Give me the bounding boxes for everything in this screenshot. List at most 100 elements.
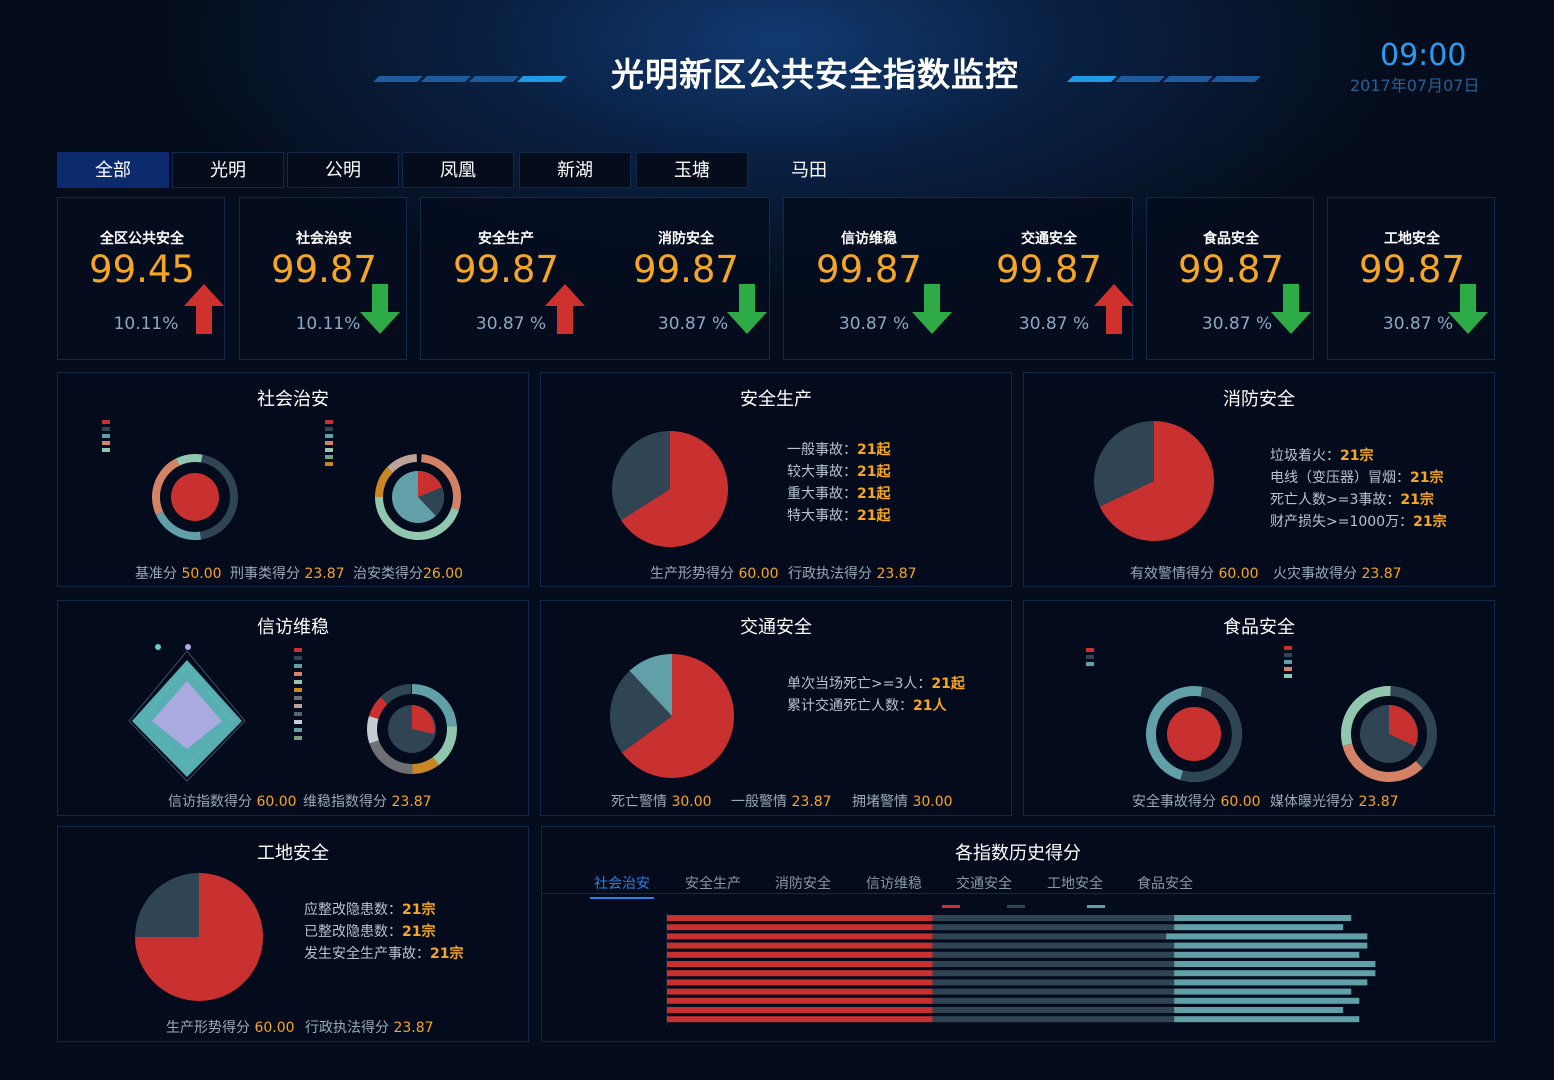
legend-swatch [325, 434, 333, 438]
panel-shehui: 社会治安 基准分 50.00 刑事类得分 23.87 治安类得分26.00 [57, 372, 529, 587]
history-bar [667, 915, 933, 921]
kpi-card[interactable]: 安全生产 99.87 30.87 % [421, 198, 601, 359]
info-line: 死亡人数>=3事故：21宗 [1270, 492, 1434, 508]
history-tab-anquan[interactable]: 安全生产 [685, 873, 741, 893]
info-line: 较大事故：21起 [787, 464, 891, 480]
info-line: 单次当场死亡>=3人：21起 [787, 676, 965, 692]
kpi-label: 全区公共安全 [100, 231, 184, 247]
tab-fenghuang[interactable]: 凤凰 [402, 152, 514, 188]
kpi-label: 安全生产 [478, 231, 534, 247]
kpi-card[interactable]: 食品安全 99.87 30.87 % [1147, 198, 1327, 359]
shehui-donut-left [152, 453, 238, 540]
history-bar [932, 970, 1175, 977]
history-bar [932, 915, 1175, 921]
legend-swatch [325, 420, 333, 424]
legend-swatch [1284, 667, 1292, 671]
kpi-card[interactable]: 全区公共安全 99.45 10.11% [58, 198, 238, 359]
history-tab-xinfang[interactable]: 信访维稳 [866, 873, 922, 893]
history-tab-jiaotong[interactable]: 交通安全 [956, 873, 1012, 893]
legend-swatch [294, 648, 302, 652]
kpi-label: 交通安全 [1021, 231, 1077, 247]
shipin-donut-right [1341, 686, 1437, 782]
kpi-card[interactable]: 交通安全 99.87 30.87 % [964, 198, 1144, 359]
stat-accident: 安全事故得分 60.00 [1132, 794, 1261, 810]
pie-chart [610, 654, 734, 778]
info-line: 特大事故：21起 [787, 508, 891, 524]
xinfang-donut [367, 684, 457, 774]
legend-swatch [1087, 905, 1105, 908]
history-bar [932, 997, 1175, 1004]
pie-chart [612, 431, 728, 547]
stat-production: 生产形势得分 60.00 [650, 566, 779, 582]
kpi-percent: 30.87 % [1018, 314, 1090, 334]
legend-swatch [102, 427, 110, 431]
kpi-card[interactable]: 工地安全 99.87 30.87 % [1328, 198, 1508, 359]
arrow-down-icon [360, 284, 400, 334]
legend-swatch [294, 688, 302, 692]
kpi-box-1: 全区公共安全 99.45 10.11% [57, 197, 225, 360]
tab-matian[interactable]: 马田 [753, 152, 865, 188]
legend-swatch [294, 664, 302, 668]
kpi-card[interactable]: 社会治安 99.87 10.11% [240, 198, 420, 359]
page-title: 光明新区公共安全指数监控 [611, 55, 1019, 94]
kpi-percent: 10.11% [113, 314, 179, 334]
bar-chart [666, 913, 1376, 1026]
info-line: 发生安全生产事故：21宗 [304, 946, 464, 962]
history-tab-shipin[interactable]: 食品安全 [1137, 873, 1193, 893]
panel-jiaotong: 交通安全 单次当场死亡>=3人：21起 累计交通死亡人数：21人 死亡警情 30… [540, 600, 1012, 816]
history-bar [1174, 1016, 1360, 1023]
legend-swatch [102, 448, 110, 452]
stat-congestion: 拥堵警情 30.00 [852, 794, 953, 810]
xiaofang-pie [1094, 421, 1214, 541]
stat-production: 生产形势得分 60.00 [166, 1020, 295, 1036]
arrow-down-icon [1448, 284, 1488, 334]
panel-title: 食品安全 [1223, 617, 1295, 638]
tab-xinhu[interactable]: 新湖 [519, 152, 631, 188]
panel-shipin: 食品安全 安全事故得分 60.00 媒体曝光得分 23.87 [1023, 600, 1495, 816]
legend-swatch [294, 728, 302, 732]
legend-swatch [942, 905, 960, 908]
xinfang-radar [128, 644, 246, 782]
info-line: 重大事故：21起 [787, 486, 891, 502]
tab-gongming[interactable]: 公明 [287, 152, 399, 188]
stat-media: 媒体曝光得分 23.87 [1270, 794, 1399, 810]
history-bar [1174, 997, 1360, 1004]
legend-swatch [294, 712, 302, 716]
kpi-card[interactable]: 消防安全 99.87 30.87 % [601, 198, 781, 359]
history-tab-xiaofang[interactable]: 消防安全 [775, 873, 831, 893]
panel-title: 社会治安 [257, 389, 329, 410]
kpi-box-5: 食品安全 99.87 30.87 % [1146, 197, 1314, 360]
arrow-down-icon [1271, 284, 1311, 334]
legend-swatch [294, 656, 302, 660]
tab-guangming[interactable]: 光明 [172, 152, 284, 188]
info-line: 垃圾着火：21宗 [1270, 448, 1374, 464]
panel-gongdi: 工地安全 应整改隐患数：21宗 已整改隐患数：21宗 发生安全生产事故：21宗 … [57, 826, 529, 1042]
history-bar [1174, 988, 1352, 995]
legend-swatch [325, 455, 333, 459]
stat-fire: 火灾事故得分 23.87 [1273, 566, 1402, 582]
tab-yutang[interactable]: 玉塘 [636, 152, 748, 188]
jiaotong-pie [610, 654, 734, 778]
history-bar [932, 942, 1175, 949]
stat-death: 死亡警情 30.00 [611, 794, 712, 810]
history-bar [932, 961, 1175, 967]
header: 光明新区公共安全指数监控 09:00 2017年07月07日 [0, 0, 1554, 140]
legend-swatch [1284, 653, 1292, 657]
legend-swatch [1284, 646, 1292, 650]
stat-stability: 维稳指数得分 23.87 [303, 794, 432, 810]
history-tab-gongdi[interactable]: 工地安全 [1047, 873, 1103, 893]
history-tab-shehui[interactable]: 社会治安 [590, 873, 654, 899]
history-bar [932, 1016, 1175, 1023]
history-bar [667, 970, 933, 977]
kpi-card[interactable]: 信访维稳 99.87 30.87 % [784, 198, 964, 359]
arrow-up-icon [1094, 284, 1134, 334]
pie-slice [135, 873, 199, 937]
kpi-label: 工地安全 [1384, 231, 1440, 247]
history-bar [667, 942, 933, 949]
legend-swatch [325, 448, 333, 452]
history-bar [1174, 915, 1352, 921]
kpi-box-3: 安全生产 99.87 30.87 % 消防安全 99.87 30.87 % [420, 197, 770, 360]
history-bar [1166, 933, 1368, 940]
legend-swatch [294, 672, 302, 676]
tab-all[interactable]: 全部 [57, 152, 169, 188]
